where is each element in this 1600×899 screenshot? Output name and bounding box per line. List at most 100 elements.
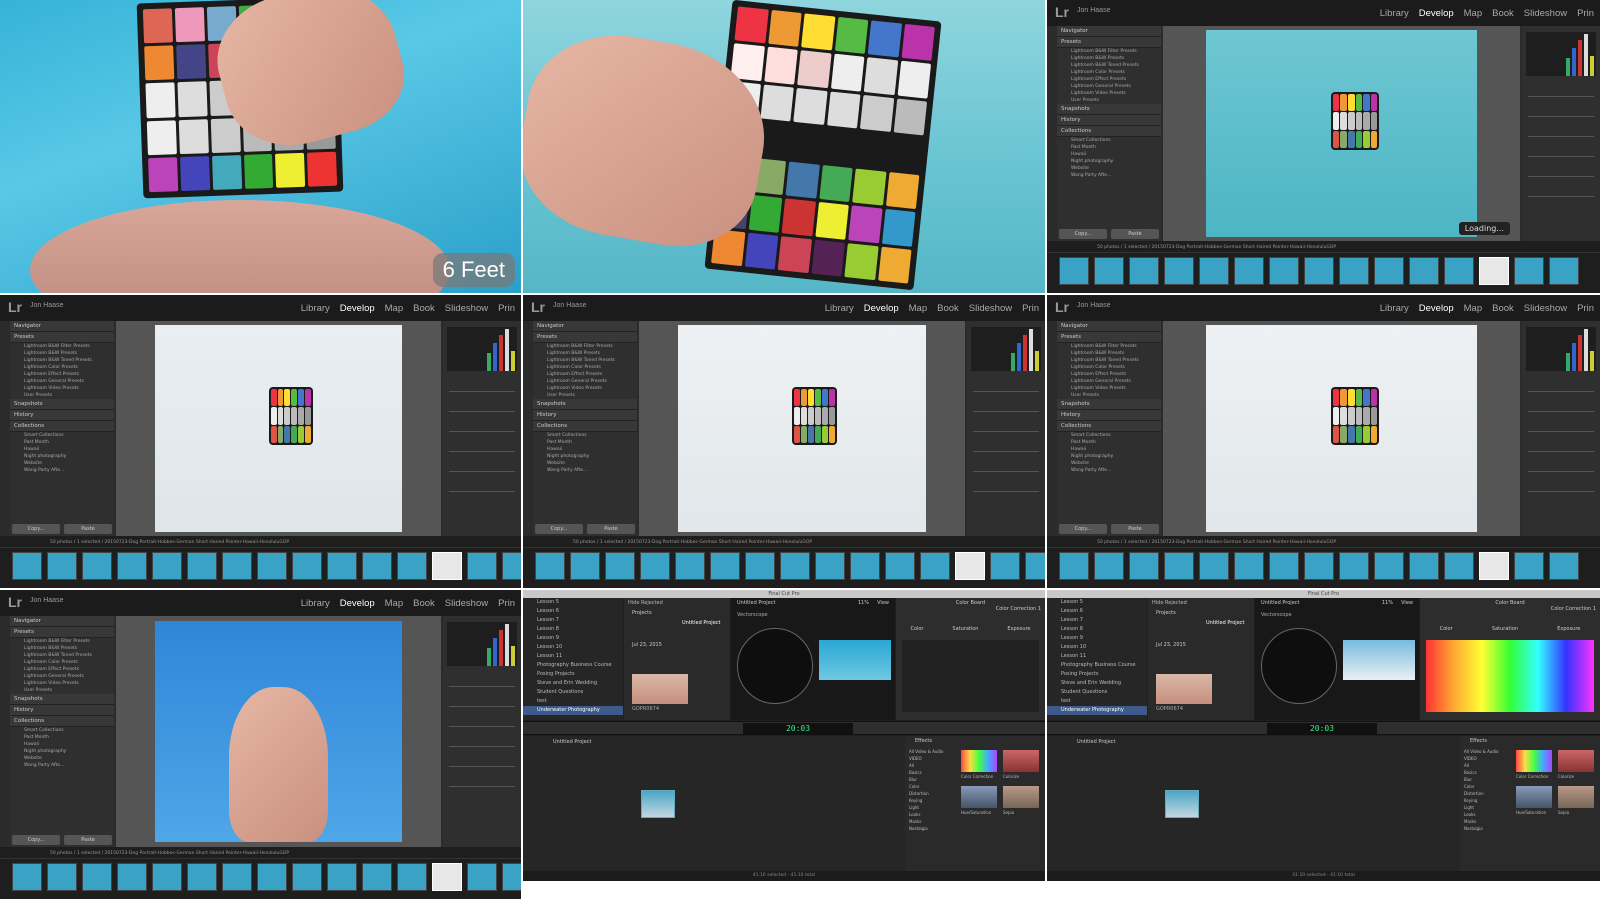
filmstrip-thumb[interactable] xyxy=(1304,552,1334,580)
filmstrip-thumb[interactable] xyxy=(292,552,322,580)
zoom-level[interactable]: 11% xyxy=(858,600,869,606)
preset-item[interactable]: Lightroom Video Presets xyxy=(1057,90,1161,97)
filmstrip-thumb[interactable] xyxy=(82,552,112,580)
history-header[interactable]: History xyxy=(1057,410,1161,421)
filmstrip-thumb[interactable] xyxy=(187,552,217,580)
tab-color[interactable]: Color xyxy=(1440,626,1453,632)
filmstrip-thumb[interactable] xyxy=(640,552,670,580)
clip-thumb[interactable] xyxy=(1156,674,1212,704)
navigator-header[interactable]: Navigator xyxy=(1057,321,1161,332)
filmstrip-thumb[interactable] xyxy=(1444,552,1474,580)
module-slideshow[interactable]: Slideshow xyxy=(969,303,1012,314)
collection-item[interactable]: Past Month xyxy=(10,439,114,446)
effects-category[interactable]: All xyxy=(1464,762,1508,769)
filmstrip-thumb[interactable] xyxy=(362,863,392,891)
library-item[interactable]: Student Questions xyxy=(523,688,623,697)
snapshots-header[interactable]: Snapshots xyxy=(10,399,114,410)
module-print[interactable]: Prin xyxy=(498,303,515,314)
preset-item[interactable]: Lightroom B&W Filter Presets xyxy=(1057,48,1161,55)
module-library[interactable]: Library xyxy=(825,303,854,314)
filmstrip-thumb[interactable] xyxy=(920,552,950,580)
filmstrip-thumb[interactable] xyxy=(292,863,322,891)
filmstrip-thumb[interactable] xyxy=(1549,257,1579,285)
filmstrip-thumb[interactable] xyxy=(1234,257,1264,285)
tab-saturation[interactable]: Saturation xyxy=(952,626,978,632)
navigator-header[interactable]: Navigator xyxy=(10,616,114,627)
filmstrip-thumb[interactable] xyxy=(467,552,497,580)
library-item[interactable]: Lesson 10 xyxy=(1047,643,1147,652)
preset-item[interactable]: Lightroom B&W Filter Presets xyxy=(1057,343,1161,350)
history-header[interactable]: History xyxy=(10,705,114,716)
filmstrip-thumb[interactable] xyxy=(885,552,915,580)
preset-item[interactable]: Lightroom Video Presets xyxy=(10,680,114,687)
filmstrip-thumb[interactable] xyxy=(467,863,497,891)
filmstrip-thumb[interactable] xyxy=(1164,257,1194,285)
filmstrip-thumb[interactable] xyxy=(152,552,182,580)
module-develop[interactable]: Develop xyxy=(340,303,375,314)
filmstrip-thumb[interactable] xyxy=(222,552,252,580)
filmstrip-thumb[interactable] xyxy=(1129,257,1159,285)
filmstrip-thumb[interactable] xyxy=(1409,552,1439,580)
preset-item[interactable]: Lightroom B&W Toned Presets xyxy=(10,652,114,659)
library-item[interactable]: Lesson 10 xyxy=(523,643,623,652)
effects-category[interactable]: Blur xyxy=(909,776,953,783)
preset-item[interactable]: Lightroom B&W Toned Presets xyxy=(1057,62,1161,69)
collection-item[interactable]: Website xyxy=(1057,165,1161,172)
module-library[interactable]: Library xyxy=(301,598,330,609)
filmstrip-thumb[interactable] xyxy=(1129,552,1159,580)
collection-item[interactable]: Smart Collections xyxy=(1057,137,1161,144)
fx-sepia[interactable] xyxy=(1003,786,1039,808)
filmstrip-thumb[interactable] xyxy=(710,552,740,580)
effects-category[interactable]: Color xyxy=(909,783,953,790)
filmstrip-thumb[interactable] xyxy=(570,552,600,580)
navigator-header[interactable]: Navigator xyxy=(533,321,637,332)
preset-item[interactable]: Lightroom General Presets xyxy=(533,378,637,385)
snapshots-header[interactable]: Snapshots xyxy=(10,694,114,705)
collection-item[interactable]: Past Month xyxy=(1057,144,1161,151)
fx-color-correction[interactable] xyxy=(1516,750,1552,772)
zoom-level[interactable]: 11% xyxy=(1382,600,1393,606)
module-slideshow[interactable]: Slideshow xyxy=(1524,303,1567,314)
filmstrip-thumb[interactable] xyxy=(1234,552,1264,580)
preset-item[interactable]: Lightroom B&W Presets xyxy=(1057,350,1161,357)
collection-item[interactable]: Wang Party Afte... xyxy=(1057,467,1161,474)
fx-colorize[interactable] xyxy=(1003,750,1039,772)
module-book[interactable]: Book xyxy=(937,303,959,314)
effects-category[interactable]: Basics xyxy=(909,769,953,776)
collections-header[interactable]: Collections xyxy=(10,421,114,432)
history-header[interactable]: History xyxy=(10,410,114,421)
preset-item[interactable]: Lightroom Effect Presets xyxy=(1057,371,1161,378)
preset-item[interactable]: User Presets xyxy=(1057,392,1161,399)
library-item[interactable]: Steve and Erin Wedding xyxy=(1047,679,1147,688)
filmstrip-thumb[interactable] xyxy=(502,863,521,891)
fx-color-correction[interactable] xyxy=(961,750,997,772)
preset-item[interactable]: Lightroom Color Presets xyxy=(533,364,637,371)
filmstrip-thumb[interactable] xyxy=(1409,257,1439,285)
collection-item[interactable]: Night photography xyxy=(1057,453,1161,460)
library-item[interactable]: Steve and Erin Wedding xyxy=(523,679,623,688)
module-slideshow[interactable]: Slideshow xyxy=(1524,8,1567,19)
effects-category[interactable]: Nostalgia xyxy=(1464,825,1508,832)
filmstrip-thumb[interactable] xyxy=(1374,257,1404,285)
module-map[interactable]: Map xyxy=(385,598,403,609)
filmstrip-thumb[interactable] xyxy=(362,552,392,580)
collection-item[interactable]: Website xyxy=(10,460,114,467)
filmstrip-thumb[interactable] xyxy=(152,863,182,891)
effects-category[interactable]: Masks xyxy=(909,818,953,825)
filmstrip-thumb[interactable] xyxy=(815,552,845,580)
preset-item[interactable]: Lightroom Color Presets xyxy=(1057,69,1161,76)
effects-category[interactable]: All xyxy=(909,762,953,769)
preset-item[interactable]: User Presets xyxy=(10,392,114,399)
library-item[interactable]: Underwater Photography xyxy=(1047,706,1147,715)
collection-item[interactable]: Smart Collections xyxy=(1057,432,1161,439)
filmstrip-thumb[interactable] xyxy=(1479,257,1509,285)
effects-category[interactable]: VIDEO xyxy=(909,755,953,762)
library-item[interactable]: Lesson 8 xyxy=(523,625,623,634)
preset-item[interactable]: Lightroom Effect Presets xyxy=(533,371,637,378)
module-library[interactable]: Library xyxy=(1380,303,1409,314)
fx-hue-saturation[interactable] xyxy=(1516,786,1552,808)
library-item[interactable]: Lesson 7 xyxy=(1047,616,1147,625)
filmstrip-thumb[interactable] xyxy=(1199,257,1229,285)
filmstrip-thumb[interactable] xyxy=(397,552,427,580)
filmstrip-thumb[interactable] xyxy=(12,863,42,891)
